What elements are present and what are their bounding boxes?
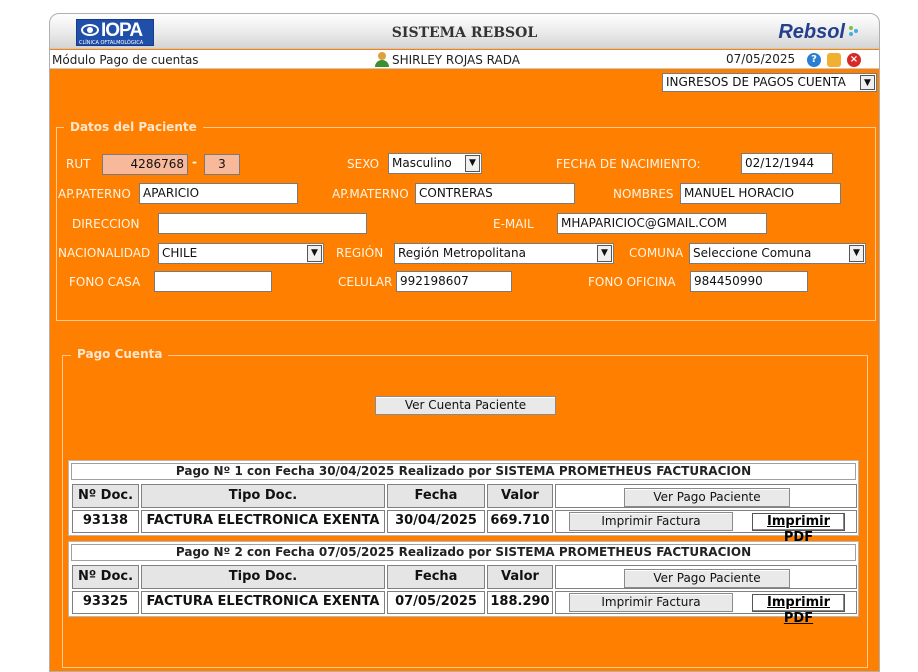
rut-input[interactable]: 4286768 (102, 154, 188, 175)
ap-paterno-label: AP.PATERNO (58, 187, 131, 201)
current-date: 07/05/2025 (726, 52, 796, 66)
system-title: SISTEMA REBSOL (391, 25, 538, 41)
doc-value: 669.710 (487, 510, 553, 533)
lock-icon[interactable] (827, 53, 841, 67)
rut-dash: - (192, 155, 197, 169)
ver-pago-paciente-button[interactable]: Ver Pago Paciente (624, 569, 790, 588)
user-info: SHIRLEY ROJAS RADA (375, 52, 520, 67)
rebsol-dots-icon (849, 26, 859, 36)
ver-pago-paciente-button[interactable]: Ver Pago Paciente (624, 488, 790, 507)
col-header-tipo: Tipo Doc. (141, 565, 385, 589)
nacimiento-input[interactable]: 02/12/1944 (741, 153, 833, 174)
module-name: Módulo Pago de cuentas (52, 53, 199, 67)
email-label: E-MAIL (493, 217, 534, 231)
fono-oficina-input[interactable]: 984450990 (690, 271, 808, 292)
doc-number: 93138 (72, 510, 139, 533)
chevron-down-icon: ▼ (597, 245, 612, 262)
menu-select[interactable]: INGRESOS DE PAGOS CUENTA ▼ (662, 73, 877, 92)
celular-label: CELULAR (338, 275, 393, 289)
doc-type: FACTURA ELECTRONICA EXENTA (141, 591, 385, 614)
nacionalidad-label: NACIONALIDAD (58, 246, 151, 260)
rut-dv-input[interactable]: 3 (204, 154, 240, 175)
nombres-label: NOMBRES (613, 187, 674, 201)
rebsol-logo: Rebsol (778, 21, 845, 43)
direccion-input[interactable] (158, 213, 367, 234)
doc-type: FACTURA ELECTRONICA EXENTA (141, 510, 385, 533)
user-icon (375, 52, 389, 67)
doc-number: 93325 (72, 591, 139, 614)
comuna-label: COMUNA (629, 246, 684, 260)
pago-legend: Pago Cuenta (71, 347, 169, 361)
imprimir-pdf-button[interactable]: Imprimir PDF (752, 594, 845, 626)
ver-cuenta-paciente-button[interactable]: Ver Cuenta Paciente (375, 396, 556, 415)
pago-block-2: Pago Nº 2 con Fecha 07/05/2025 Realizado… (68, 541, 859, 626)
app-header: IOPA CLÍNICA OFTALMOLÓGICA SISTEMA REBSO… (50, 14, 879, 49)
doc-value: 188.290 (487, 591, 553, 614)
imprimir-pdf-button[interactable]: Imprimir PDF (752, 513, 845, 545)
region-select[interactable]: Región Metropolitana ▼ (394, 243, 614, 264)
ap-materno-label: AP.MATERNO (332, 187, 409, 201)
doc-date: 07/05/2025 (387, 591, 485, 614)
user-name: SHIRLEY ROJAS RADA (392, 53, 520, 67)
fono-casa-label: FONO CASA (69, 275, 141, 289)
col-header-fecha: Fecha (387, 484, 485, 508)
chevron-down-icon: ▼ (307, 245, 322, 262)
nacionalidad-select[interactable]: CHILE ▼ (158, 243, 324, 264)
chevron-down-icon: ▼ (860, 75, 875, 90)
sexo-label: SEXO (347, 157, 380, 171)
col-header-fecha: Fecha (387, 565, 485, 589)
nombres-input[interactable]: MANUEL HORACIO (680, 183, 841, 204)
region-label: REGIÓN (336, 246, 384, 260)
celular-input[interactable]: 992198607 (396, 271, 512, 292)
doc-date: 30/04/2025 (387, 510, 485, 533)
imprimir-factura-button[interactable]: Imprimir Factura (569, 512, 733, 531)
col-header-tipo: Tipo Doc. (141, 484, 385, 508)
nacimiento-label: FECHA DE NACIMIENTO: (556, 157, 701, 171)
pago-title: Pago Nº 2 con Fecha 07/05/2025 Realizado… (71, 544, 856, 561)
pago-block-1: Pago Nº 1 con Fecha 30/04/2025 Realizado… (68, 460, 859, 545)
imprimir-factura-button[interactable]: Imprimir Factura (569, 593, 733, 612)
rut-label: RUT (66, 157, 91, 171)
col-header-valor: Valor (487, 484, 553, 508)
chevron-down-icon: ▼ (465, 155, 480, 172)
col-header-valor: Valor (487, 565, 553, 589)
help-icon[interactable]: ? (807, 53, 821, 67)
direccion-label: DIRECCION (72, 217, 140, 231)
col-header-doc: Nº Doc. (72, 484, 139, 508)
chevron-down-icon: ▼ (849, 245, 864, 262)
comuna-select[interactable]: Seleccione Comuna ▼ (689, 243, 866, 264)
close-icon[interactable]: × (847, 53, 861, 67)
email-input[interactable]: MHAPARICIOC@GMAIL.COM (557, 213, 767, 234)
fono-oficina-label: FONO OFICINA (588, 275, 676, 289)
fono-casa-input[interactable] (154, 271, 272, 292)
pago-title: Pago Nº 1 con Fecha 30/04/2025 Realizado… (71, 463, 856, 480)
col-header-doc: Nº Doc. (72, 565, 139, 589)
app-window: IOPA CLÍNICA OFTALMOLÓGICA SISTEMA REBSO… (49, 13, 880, 672)
ap-paterno-input[interactable]: APARICIO (139, 183, 298, 204)
patient-legend: Datos del Paciente (64, 120, 203, 134)
ap-materno-input[interactable]: CONTRERAS (415, 183, 575, 204)
sexo-select[interactable]: Masculino ▼ (388, 153, 482, 174)
status-bar: Módulo Pago de cuentas SHIRLEY ROJAS RAD… (50, 50, 879, 69)
